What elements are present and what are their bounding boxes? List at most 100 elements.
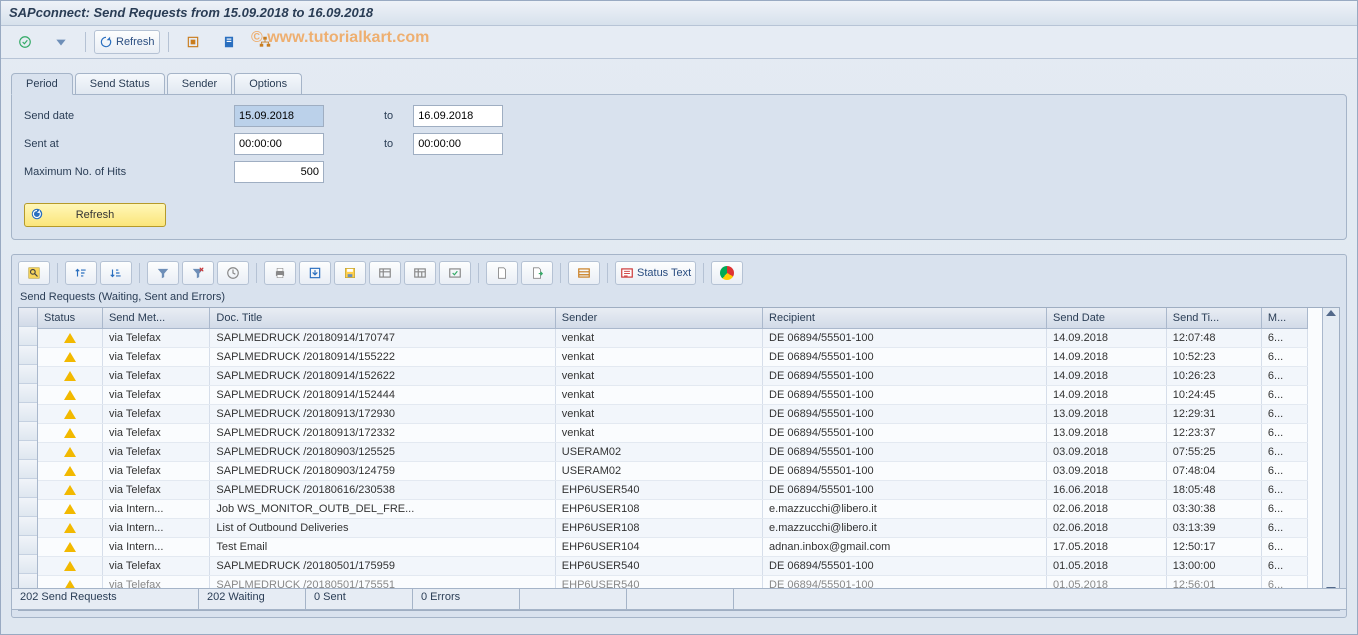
print-icon[interactable] (264, 261, 296, 285)
cell-method: via Telefax (102, 386, 209, 405)
col-title[interactable]: Doc. Title (210, 308, 555, 329)
col-msg[interactable]: M... (1261, 308, 1307, 329)
cell-sender: EHP6USER104 (555, 538, 762, 557)
export-icon[interactable] (299, 261, 331, 285)
table-row[interactable]: via TelefaxSAPLMEDRUCK /20180903/124759U… (38, 462, 1308, 481)
tab-sender[interactable]: Sender (167, 73, 232, 95)
table-row[interactable]: via Intern...Job WS_MONITOR_OUTB_DEL_FRE… (38, 500, 1308, 519)
tab-pane-period: Send date to Sent at to Maximum No. of H… (11, 94, 1347, 240)
cell-sender: venkat (555, 367, 762, 386)
table-row[interactable]: via TelefaxSAPLMEDRUCK /20180913/172332v… (38, 424, 1308, 443)
cell-date: 14.09.2018 (1047, 386, 1167, 405)
row-selector[interactable] (19, 384, 37, 403)
status-text-button[interactable]: Status Text (615, 261, 696, 285)
cell-date: 13.09.2018 (1047, 405, 1167, 424)
delete-filter-icon[interactable] (182, 261, 214, 285)
sent-at-to-input[interactable] (413, 133, 503, 155)
vertical-scrollbar[interactable] (1322, 308, 1339, 595)
table-row[interactable]: via Intern...Test EmailEHP6USER104adnan.… (38, 538, 1308, 557)
row-selector[interactable] (19, 441, 37, 460)
warning-icon (64, 485, 76, 495)
row-selector[interactable] (19, 555, 37, 574)
row-selector[interactable] (19, 346, 37, 365)
scroll-up-icon[interactable] (1326, 310, 1336, 316)
hierarchy-icon[interactable] (249, 30, 281, 54)
refresh-label: Refresh (116, 36, 155, 48)
col-send-date[interactable]: Send Date (1047, 308, 1167, 329)
row-selector[interactable] (19, 498, 37, 517)
exec-icon[interactable] (9, 30, 41, 54)
select-layout-icon[interactable] (439, 261, 471, 285)
window-title: SAPconnect: Send Requests from 15.09.201… (1, 1, 1357, 26)
table-row[interactable]: via TelefaxSAPLMEDRUCK /20180616/230538E… (38, 481, 1308, 500)
cell-date: 16.06.2018 (1047, 481, 1167, 500)
table-row[interactable]: via Intern...List of Outbound Deliveries… (38, 519, 1308, 538)
table-row[interactable]: via TelefaxSAPLMEDRUCK /20180914/152444v… (38, 386, 1308, 405)
cell-date: 02.06.2018 (1047, 500, 1167, 519)
table-row[interactable]: via TelefaxSAPLMEDRUCK /20180914/152622v… (38, 367, 1308, 386)
cell-time: 03:13:39 (1166, 519, 1261, 538)
col-recipient[interactable]: Recipient (763, 308, 1047, 329)
tab-send_status[interactable]: Send Status (75, 73, 165, 95)
send-date-label: Send date (24, 110, 234, 122)
cell-msg: 6... (1261, 424, 1307, 443)
row-selector[interactable] (19, 327, 37, 346)
col-send-time[interactable]: Send Ti... (1166, 308, 1261, 329)
save-icon[interactable] (334, 261, 366, 285)
row-selector[interactable] (19, 536, 37, 555)
sort-desc-icon[interactable] (100, 261, 132, 285)
cell-sender: USERAM02 (555, 443, 762, 462)
row-selector[interactable] (19, 460, 37, 479)
job-icon[interactable] (177, 30, 209, 54)
tab-options[interactable]: Options (234, 73, 302, 95)
max-hits-input[interactable] (234, 161, 324, 183)
cell-date: 01.05.2018 (1047, 557, 1167, 576)
grid-header[interactable]: Status Send Met... Doc. Title Sender Rec… (38, 308, 1308, 329)
table-row[interactable]: via TelefaxSAPLMEDRUCK /20180903/125525U… (38, 443, 1308, 462)
col-sender[interactable]: Sender (555, 308, 762, 329)
warning-icon (64, 390, 76, 400)
alv-caption: Send Requests (Waiting, Sent and Errors) (20, 291, 1338, 303)
row-selector[interactable] (19, 517, 37, 536)
cell-method: via Telefax (102, 481, 209, 500)
row-selector-column[interactable] (19, 308, 38, 595)
chart-icon[interactable] (711, 261, 743, 285)
send-date-from-input[interactable] (234, 105, 324, 127)
row-selector[interactable] (19, 422, 37, 441)
cell-sender: EHP6USER540 (555, 557, 762, 576)
cell-sender: EHP6USER108 (555, 519, 762, 538)
row-selector[interactable] (19, 479, 37, 498)
row-selector[interactable] (19, 403, 37, 422)
sum-icon[interactable] (217, 261, 249, 285)
col-method[interactable]: Send Met... (102, 308, 209, 329)
table-row[interactable]: via TelefaxSAPLMEDRUCK /20180501/175959E… (38, 557, 1308, 576)
subtotal-icon[interactable] (568, 261, 600, 285)
table-row[interactable]: via TelefaxSAPLMEDRUCK /20180914/170747v… (38, 329, 1308, 348)
cell-sender: EHP6USER108 (555, 500, 762, 519)
cell-recipient: DE 06894/55501-100 (763, 462, 1047, 481)
table-row[interactable]: via TelefaxSAPLMEDRUCK /20180913/172930v… (38, 405, 1308, 424)
refresh-big-button[interactable]: Refresh (24, 203, 166, 227)
table-row[interactable]: via TelefaxSAPLMEDRUCK /20180914/155222v… (38, 348, 1308, 367)
row-selector[interactable] (19, 365, 37, 384)
send-date-to-input[interactable] (413, 105, 503, 127)
dropdown-icon[interactable] (45, 30, 77, 54)
doc-export-icon[interactable] (521, 261, 553, 285)
filter-icon[interactable] (147, 261, 179, 285)
change-layout-icon[interactable] (404, 261, 436, 285)
sent-at-from-input[interactable] (234, 133, 324, 155)
details-icon[interactable] (18, 261, 50, 285)
col-status[interactable]: Status (38, 308, 102, 329)
layout-icon[interactable] (369, 261, 401, 285)
doc-icon[interactable] (486, 261, 518, 285)
info-icon[interactable] (213, 30, 245, 54)
refresh-button[interactable]: Refresh (94, 30, 160, 54)
warning-icon (64, 447, 76, 457)
warning-icon (64, 409, 76, 419)
sort-asc-icon[interactable] (65, 261, 97, 285)
tab-period[interactable]: Period (11, 73, 73, 95)
cell-date: 17.05.2018 (1047, 538, 1167, 557)
cell-msg: 6... (1261, 557, 1307, 576)
cell-msg: 6... (1261, 462, 1307, 481)
cell-title: SAPLMEDRUCK /20180914/152622 (210, 367, 555, 386)
